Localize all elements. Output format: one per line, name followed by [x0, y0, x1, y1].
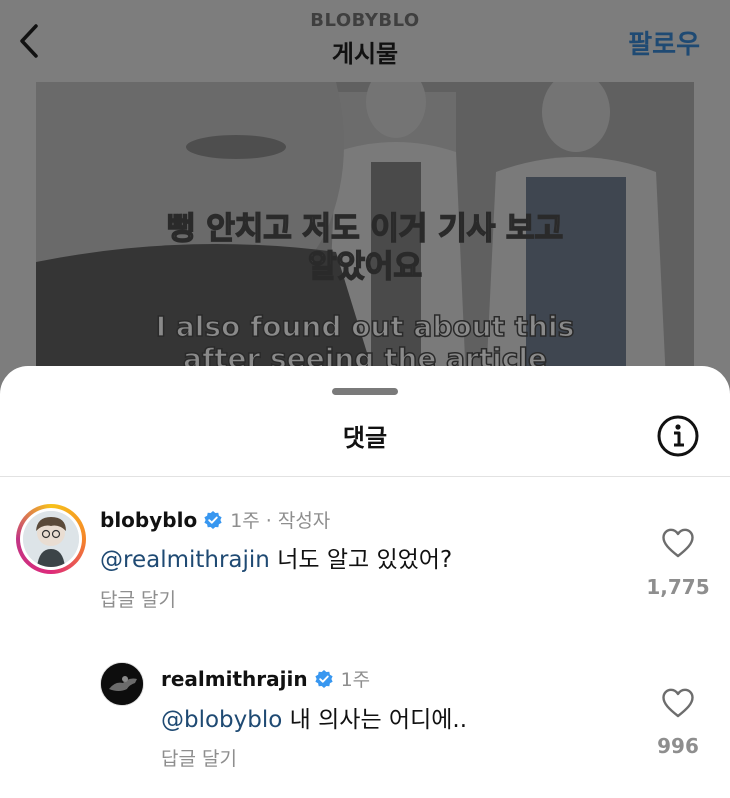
verified-badge-icon: [314, 669, 333, 688]
comment-body: 너도 알고 있었어?: [269, 547, 453, 573]
like-count: 996: [657, 734, 699, 758]
like-button[interactable]: [661, 687, 695, 719]
sheet-drag-handle[interactable]: [332, 388, 398, 395]
video-preview[interactable]: 뻥 안치고 저도 이거 기사 보고 알았어요 I also found out …: [36, 82, 694, 382]
comments-sheet: 댓글 blobyblo 1주 · 작성자 @realmithrajin 너도 알…: [0, 366, 730, 798]
video-subtitle-korean-line2: 알았어요: [307, 248, 423, 286]
header-account-name: BLOBYBLO: [310, 10, 420, 31]
comment-mention[interactable]: @realmithrajin: [100, 547, 270, 573]
page-title: 게시물: [331, 40, 399, 68]
post-header: BLOBYBLO 게시물 팔로우: [0, 0, 730, 82]
sheet-divider: [0, 476, 730, 477]
comment-header: realmithrajin 1주: [161, 665, 370, 692]
comment-time: 1주: [230, 510, 260, 532]
heart-icon: [662, 528, 694, 558]
avatar-story-ring[interactable]: [16, 504, 86, 574]
avatar[interactable]: [100, 662, 144, 706]
comment-text: @blobyblo 내 의사는 어디에..: [161, 700, 467, 734]
comment-username[interactable]: realmithrajin: [161, 667, 308, 691]
comment-text: @realmithrajin 너도 알고 있었어?: [100, 540, 452, 574]
info-button[interactable]: [656, 414, 700, 458]
comment-username[interactable]: blobyblo: [100, 508, 197, 532]
comment-header: blobyblo 1주 · 작성자: [100, 506, 330, 533]
comment-body: 내 의사는 어디에..: [282, 707, 468, 733]
like-button[interactable]: [661, 527, 695, 559]
heart-icon: [662, 688, 694, 718]
author-tag: · 작성자: [265, 510, 331, 532]
reply-button[interactable]: 답글 달기: [100, 585, 176, 612]
comment-time: 1주: [340, 669, 371, 691]
avatar: [23, 511, 79, 567]
reply-button[interactable]: 답글 달기: [161, 744, 237, 771]
info-icon: [657, 415, 699, 457]
verified-badge-icon: [204, 510, 222, 529]
video-subtitle-english-line1: I also found out about this: [155, 309, 575, 344]
sheet-title: 댓글: [342, 424, 388, 452]
like-count: 1,775: [646, 575, 710, 599]
comment-mention[interactable]: @blobyblo: [161, 707, 282, 733]
follow-button[interactable]: 팔로우: [628, 24, 700, 61]
video-subtitle-korean-line1: 뻥 안치고 저도 이거 기사 보고: [166, 210, 564, 248]
